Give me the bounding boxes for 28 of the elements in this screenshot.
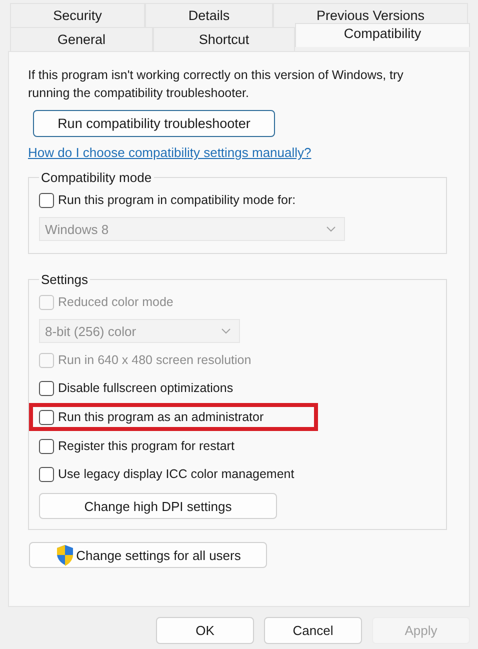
intro-text: If this program isn't working correctly on this version of Windows, try running the compatibility troubleshooter. bbox=[28, 67, 404, 102]
checkbox-label[interactable]: Run this program in compatibility mode for: bbox=[58, 193, 296, 207]
checkbox[interactable] bbox=[39, 192, 54, 208]
checkbox[interactable] bbox=[39, 466, 54, 482]
troubleshooter-button[interactable]: Run compatibility troubleshooter bbox=[33, 110, 275, 137]
group-title: Compatibility mode bbox=[40, 170, 153, 185]
group-title: Settings bbox=[40, 272, 89, 287]
checkbox[interactable] bbox=[39, 380, 54, 396]
tab[interactable]: Details bbox=[145, 3, 273, 27]
tab[interactable]: Compatibility bbox=[295, 23, 470, 47]
all-users-button[interactable]: Change settings for all users bbox=[29, 542, 267, 568]
checkbox-label[interactable]: Register this program for restart bbox=[58, 439, 234, 453]
checkbox[interactable] bbox=[39, 438, 54, 454]
chevron-down-icon bbox=[221, 328, 231, 334]
tab[interactable]: Shortcut bbox=[153, 27, 295, 51]
dpi-settings-button[interactable]: Change high DPI settings bbox=[39, 493, 277, 519]
checkbox-label[interactable]: Use legacy display ICC color management bbox=[58, 467, 294, 481]
dialog-button[interactable]: Cancel bbox=[264, 617, 362, 644]
tab[interactable]: General bbox=[10, 27, 153, 51]
tab[interactable]: Security bbox=[10, 3, 145, 27]
chevron-down-icon bbox=[326, 226, 336, 232]
checkbox-label[interactable]: Run this program as an administrator bbox=[58, 410, 264, 424]
dialog-button[interactable]: OK bbox=[156, 617, 254, 644]
checkbox[interactable] bbox=[39, 410, 54, 424]
help-link[interactable]: How do I choose compatibility settings manually? bbox=[28, 145, 447, 160]
checkbox-label[interactable]: Disable fullscreen optimizations bbox=[58, 381, 234, 395]
shield-icon bbox=[55, 544, 76, 566]
button-label: Change settings for all users bbox=[76, 548, 241, 562]
